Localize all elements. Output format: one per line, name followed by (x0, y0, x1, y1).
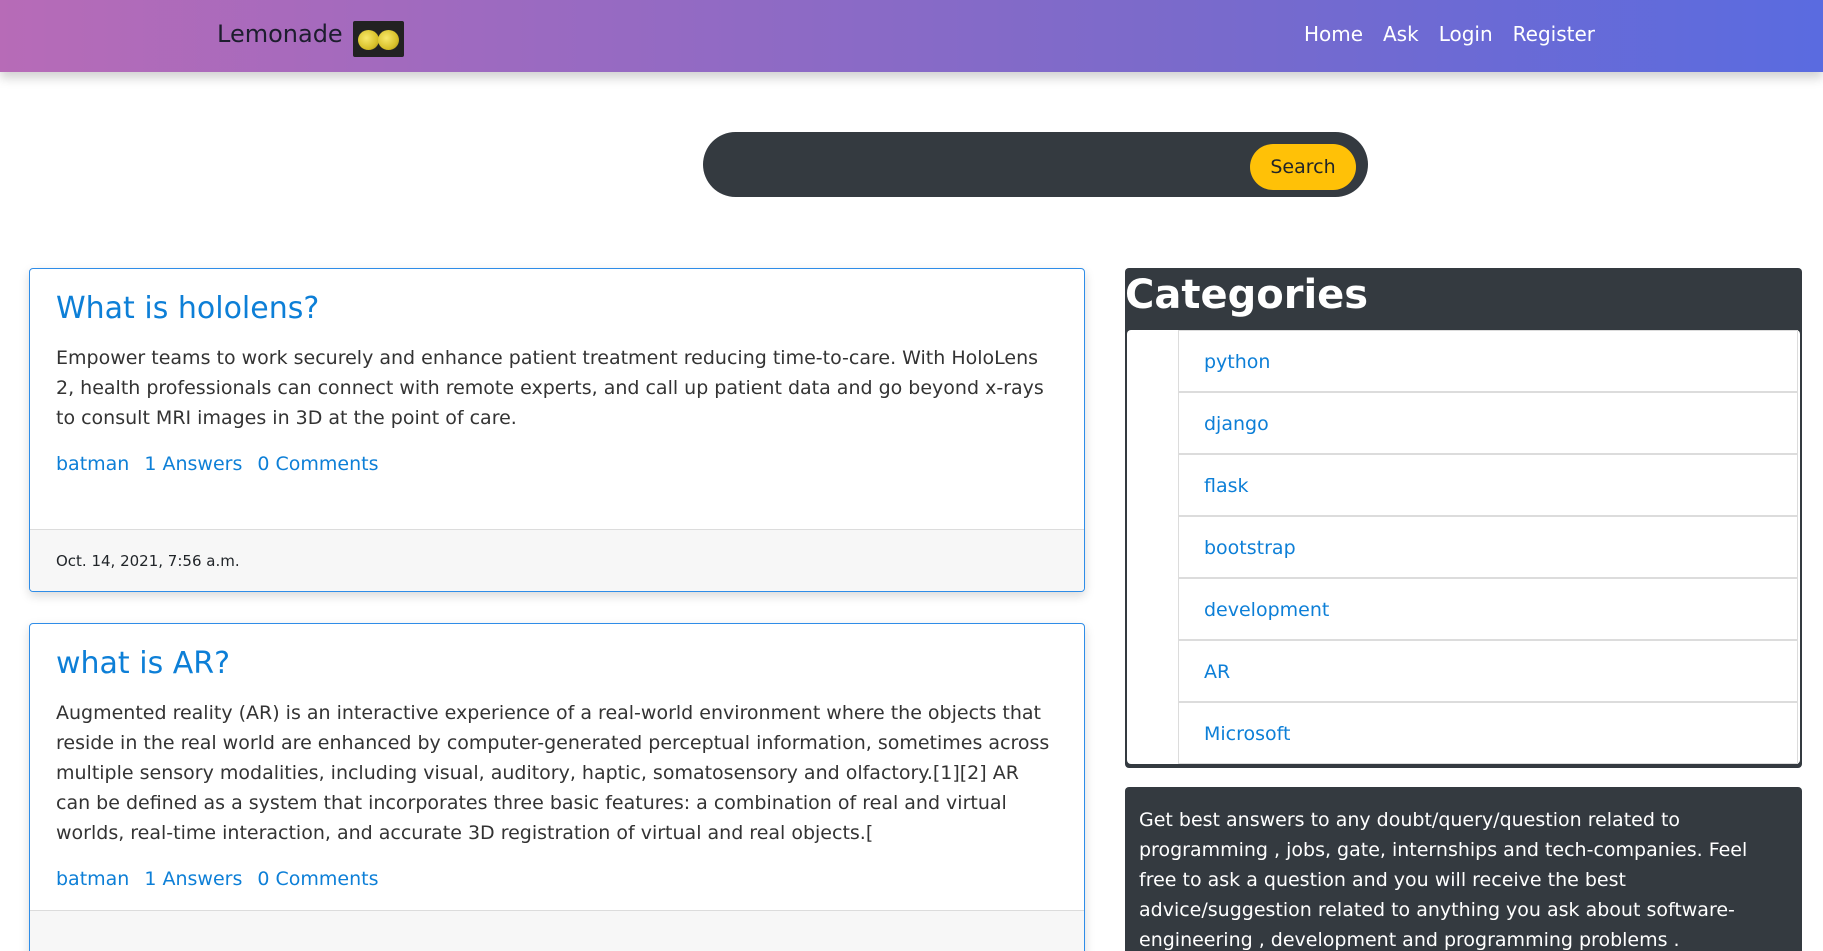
nav-home-link[interactable]: Home (1304, 22, 1363, 46)
lemon-logo-icon[interactable] (353, 21, 404, 57)
search-button[interactable]: Search (1250, 144, 1356, 190)
site-description: Get best answers to any doubt/query/ques… (1125, 787, 1802, 951)
answers-link[interactable]: 1 Answers (144, 453, 242, 475)
categories-list: python django flask bootstrap developmen… (1127, 330, 1800, 764)
search-input[interactable] (727, 144, 1247, 184)
panel-divider (1125, 768, 1802, 786)
question-body: Empower teams to work securely and enhan… (56, 347, 1044, 429)
category-item-development[interactable]: development (1178, 578, 1798, 640)
question-date: Oct. 14, 2021, 7:56 a.m. (30, 529, 1084, 591)
category-item-django[interactable]: django (1178, 392, 1798, 454)
category-item-flask[interactable]: flask (1178, 454, 1798, 516)
question-body: Augmented reality (AR) is an interactive… (56, 702, 1050, 844)
question-meta-links: batman 1 Answers 0 Comments (56, 453, 1058, 475)
card-body: what is AR? Augmented reality (AR) is an… (30, 624, 1084, 890)
categories-panel: Categories python django flask bootstrap… (1125, 268, 1802, 768)
author-link[interactable]: batman (56, 453, 129, 475)
category-item-python[interactable]: python (1178, 330, 1798, 392)
nav-links: Home Ask Login Register (1304, 22, 1595, 46)
navbar: Lemonade Home Ask Login Register (0, 0, 1823, 72)
nav-register-link[interactable]: Register (1513, 22, 1595, 46)
category-item-ar[interactable]: AR (1178, 640, 1798, 702)
lemon-icon (378, 30, 399, 50)
lemon-icon (358, 30, 379, 50)
question-card: What is hololens? Empower teams to work … (29, 268, 1085, 592)
category-item-microsoft[interactable]: Microsoft (1178, 702, 1798, 764)
author-link[interactable]: batman (56, 868, 129, 890)
question-card: what is AR? Augmented reality (AR) is an… (29, 623, 1085, 951)
brand-name[interactable]: Lemonade (217, 20, 343, 48)
question-meta-links: batman 1 Answers 0 Comments (56, 868, 1058, 890)
search-bar: Search (703, 132, 1368, 197)
categories-heading: Categories (1125, 272, 1369, 318)
question-card-footer (30, 910, 1084, 951)
comments-link[interactable]: 0 Comments (257, 868, 378, 890)
question-title-link[interactable]: what is AR? (56, 646, 1058, 682)
nav-login-link[interactable]: Login (1439, 22, 1493, 46)
comments-link[interactable]: 0 Comments (257, 453, 378, 475)
question-title-link[interactable]: What is hololens? (56, 291, 1058, 327)
answers-link[interactable]: 1 Answers (144, 868, 242, 890)
category-item-bootstrap[interactable]: bootstrap (1178, 516, 1798, 578)
card-body: What is hololens? Empower teams to work … (30, 269, 1084, 475)
nav-ask-link[interactable]: Ask (1383, 22, 1419, 46)
